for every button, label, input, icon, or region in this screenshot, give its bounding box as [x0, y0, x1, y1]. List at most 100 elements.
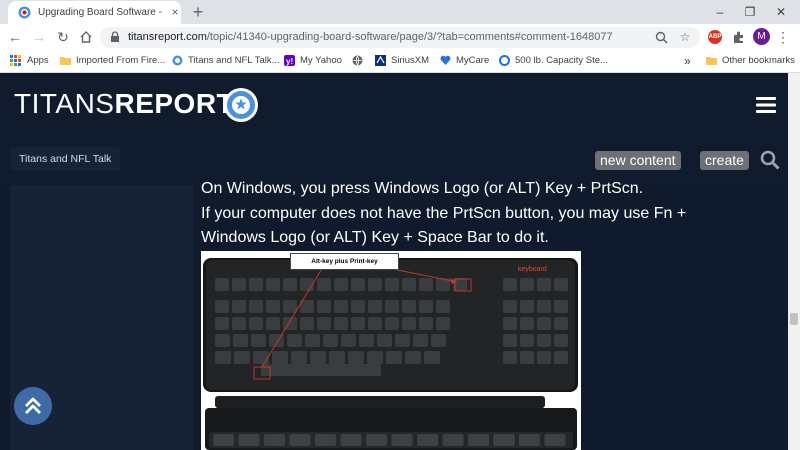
keyboard-key [419, 300, 433, 313]
numpad-key [520, 300, 534, 313]
function-key [544, 434, 566, 446]
keyboard-key [266, 278, 280, 291]
numpad-key [537, 278, 551, 291]
other-bookmarks[interactable]: Other bookmarks [722, 54, 795, 68]
keyboard-key [249, 300, 263, 313]
restore-button[interactable]: ❐ [735, 3, 765, 21]
function-key [315, 434, 336, 446]
tab-title: Upgrading Board Software - Pag [38, 7, 164, 18]
keyboard-key [232, 300, 246, 313]
keyboard-key [436, 300, 450, 313]
site-logo[interactable]: TITANSREPORT [14, 88, 234, 120]
bookmark-titans[interactable]: Titans and NFL Talk... [188, 54, 280, 68]
function-key [264, 434, 285, 446]
keyboard-key [419, 317, 433, 330]
keyboard-key [334, 300, 348, 313]
numpad-key [520, 278, 534, 291]
numpad-key [554, 334, 568, 347]
profile-avatar[interactable]: M [753, 28, 770, 45]
new-content-button[interactable]: new content [595, 151, 681, 170]
url-text[interactable]: titansreport.com/topic/41340-upgrading-b… [128, 31, 628, 43]
breadcrumb[interactable]: Titans and NFL Talk [10, 147, 121, 171]
scroll-to-top-button[interactable] [14, 387, 52, 425]
image-callout-label: Alt-key plus Print-key [290, 253, 399, 270]
keyboard-key [291, 351, 307, 364]
page-scrollbar[interactable] [788, 73, 800, 450]
post-text-line: If your computer does not have the PrtSc… [201, 205, 687, 222]
function-key [468, 434, 489, 446]
bookmark-500lb[interactable]: 500 lb. Capacity Ste... [515, 54, 608, 68]
keyboard-key [385, 317, 399, 330]
keyboard-key [419, 278, 433, 291]
numpad-key [537, 351, 551, 364]
numpad-key [520, 334, 534, 347]
numpad-key [554, 351, 568, 364]
bookmark-my-yahoo[interactable]: My Yahoo [300, 54, 342, 68]
bookmark-star-icon[interactable]: ☆ [678, 30, 692, 44]
numpad-key [503, 300, 517, 313]
new-tab-button[interactable]: + [190, 3, 206, 21]
keyboard-key [405, 351, 421, 364]
logo-bold: REPORT [114, 88, 235, 119]
keyboard-key [368, 278, 382, 291]
bookmarks-overflow-icon[interactable]: » [684, 54, 691, 68]
keyboard-key [341, 334, 356, 347]
scrollbar-thumb[interactable] [790, 313, 798, 325]
extensions-puzzle-icon[interactable] [731, 29, 747, 45]
url-host: titansreport.com [128, 31, 207, 43]
hamburger-menu-icon[interactable] [756, 97, 776, 113]
keyboard-key [215, 334, 230, 347]
keyboard-key [386, 351, 402, 364]
numpad-key [554, 300, 568, 313]
numpad-key [503, 334, 517, 347]
keyboard-key [317, 317, 331, 330]
keyboard-key [232, 317, 246, 330]
back-arrow-icon[interactable]: ← [6, 28, 24, 46]
reload-icon[interactable]: ↻ [54, 28, 72, 46]
bookmark-siriusxm[interactable]: SiriusXM [391, 54, 429, 68]
keyboard-key [424, 351, 440, 364]
keyboard-key [413, 334, 428, 347]
keyboard-key [436, 317, 450, 330]
bookmark-mycare[interactable]: MyCare [456, 54, 489, 68]
forward-arrow-icon[interactable]: → [30, 28, 48, 46]
keyboard-key [215, 351, 231, 364]
bookmark-imported[interactable]: Imported From Fire... [76, 54, 165, 68]
post-text-line: On Windows, you press Windows Logo (or A… [201, 180, 644, 197]
keyboard-key [385, 278, 399, 291]
numpad-key [537, 300, 551, 313]
search-icon[interactable] [760, 150, 780, 170]
browser-tab[interactable]: Upgrading Board Software - Pag × [8, 1, 181, 24]
function-key [493, 434, 515, 446]
numpad-key [554, 317, 568, 330]
globe-icon[interactable] [352, 55, 363, 66]
keyboard-key [249, 317, 263, 330]
function-key [442, 434, 464, 446]
keyboard-key [283, 278, 297, 291]
zoom-icon[interactable] [655, 31, 668, 44]
numpad-key [554, 278, 568, 291]
create-button[interactable]: create [700, 151, 749, 170]
numpad-key [503, 317, 517, 330]
keyboard-key [334, 317, 348, 330]
folder-icon [706, 57, 717, 65]
minimize-button[interactable]: – [705, 3, 735, 21]
folder-icon [60, 57, 71, 65]
function-key [417, 434, 438, 446]
lock-icon[interactable] [110, 31, 120, 43]
browser-menu-icon[interactable]: ⋮ [776, 28, 790, 46]
keyboard-key [348, 351, 364, 364]
function-key [289, 434, 311, 446]
keyboard-key [215, 317, 229, 330]
bookmark-apps[interactable]: Apps [27, 54, 49, 68]
yahoo-icon: y! [284, 55, 295, 66]
adblock-icon[interactable]: ABP [708, 30, 722, 44]
keyboard-key [402, 317, 416, 330]
function-key [238, 434, 260, 446]
close-window-button[interactable]: ✕ [766, 3, 796, 21]
keyboard-key [266, 317, 280, 330]
keyboard-key [368, 300, 382, 313]
keyboard-photo-lower [205, 396, 577, 450]
tab-close-icon[interactable]: × [168, 5, 182, 19]
home-icon[interactable] [79, 30, 93, 44]
